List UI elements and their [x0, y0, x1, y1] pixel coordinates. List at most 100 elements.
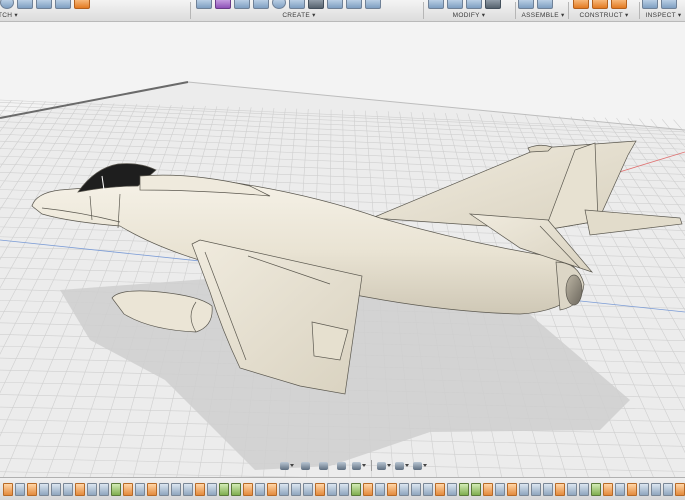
pipe-icon[interactable]	[308, 0, 324, 9]
timeline-feature-sketch-icon[interactable]	[267, 482, 277, 496]
chamfer-icon[interactable]	[466, 0, 482, 9]
assemble-menu-label[interactable]: ASSEMBLE ▾	[518, 11, 568, 19]
assemble-panel[interactable]: ASSEMBLE ▾	[518, 0, 568, 21]
timeline-feature-sketch-icon[interactable]	[27, 482, 37, 496]
timeline-feature-mirror-icon[interactable]	[111, 482, 121, 496]
timeline-feature-loft-icon[interactable]	[135, 482, 145, 496]
timeline-feature-sketch-icon[interactable]	[507, 482, 517, 496]
timeline-feature-fillet-icon[interactable]	[303, 482, 313, 496]
timeline-feature-loft-icon[interactable]	[51, 482, 61, 496]
timeline-feature-chamfer-icon[interactable]	[423, 482, 433, 496]
timeline-feature-extrude-icon[interactable]	[399, 482, 409, 496]
display-settings-button[interactable]	[376, 459, 392, 472]
timeline-feature-loft-icon[interactable]	[291, 482, 301, 496]
timeline-feature-sketch-icon[interactable]	[195, 482, 205, 496]
timeline-feature-revolve-icon[interactable]	[339, 482, 349, 496]
timeline-feature-sketch-icon[interactable]	[627, 482, 637, 496]
joint-icon[interactable]	[518, 0, 534, 9]
pattern-icon[interactable]	[215, 0, 231, 9]
visual-style-button[interactable]	[394, 459, 410, 472]
timeline-feature-sketch-icon[interactable]	[123, 482, 133, 496]
timeline-feature-combine-icon[interactable]	[231, 482, 241, 496]
timeline-feature-revolve-icon[interactable]	[579, 482, 589, 496]
sweep-icon[interactable]	[346, 0, 362, 9]
line-sketch-icon[interactable]	[17, 0, 33, 9]
create-menu-label[interactable]: CREATE ▾	[188, 11, 410, 19]
zoom-button[interactable]	[333, 459, 349, 472]
pan-button[interactable]	[315, 459, 331, 472]
timeline-feature-loft-icon[interactable]	[615, 482, 625, 496]
model-viewport[interactable]	[0, 22, 685, 477]
inspect-panel[interactable]: INSPECT ▾	[642, 0, 685, 21]
revolve-icon[interactable]	[365, 0, 381, 9]
sketch-menu-label[interactable]: SKETCH ▾	[0, 11, 40, 19]
timeline-feature-fillet-icon[interactable]	[411, 482, 421, 496]
timeline-feature-fillet-icon[interactable]	[651, 482, 661, 496]
timeline-feature-loft-icon[interactable]	[207, 482, 217, 496]
look-at-button[interactable]	[297, 459, 313, 472]
timeline-feature-extrude-icon[interactable]	[519, 482, 529, 496]
design-timeline[interactable]	[0, 477, 685, 500]
timeline-feature-chamfer-icon[interactable]	[183, 482, 193, 496]
press-pull-icon[interactable]	[428, 0, 444, 9]
modify-panel[interactable]: MODIFY ▾	[428, 0, 510, 21]
timeline-feature-sketch-icon[interactable]	[555, 482, 565, 496]
orbit-button[interactable]	[279, 459, 295, 472]
timeline-feature-extrude-icon[interactable]	[255, 482, 265, 496]
grid-and-snaps-button[interactable]	[412, 459, 428, 472]
timeline-feature-chamfer-icon[interactable]	[663, 482, 673, 496]
sketch-panel[interactable]: SKETCH ▾	[0, 0, 90, 21]
timeline-feature-revolve-icon[interactable]	[99, 482, 109, 496]
modify-menu-label[interactable]: MODIFY ▾	[428, 11, 510, 19]
timeline-feature-extrude-icon[interactable]	[87, 482, 97, 496]
spline-sketch-icon[interactable]	[55, 0, 71, 9]
timeline-feature-sketch-icon[interactable]	[435, 482, 445, 496]
timeline-feature-extrude-icon[interactable]	[567, 482, 577, 496]
timeline-feature-loft-icon[interactable]	[447, 482, 457, 496]
measure-icon[interactable]	[642, 0, 658, 9]
fit-button[interactable]	[351, 459, 367, 472]
timeline-feature-sketch-icon[interactable]	[387, 482, 397, 496]
timeline-feature-combine-icon[interactable]	[471, 482, 481, 496]
timeline-feature-mirror-icon[interactable]	[351, 482, 361, 496]
timeline-feature-fillet-icon[interactable]	[171, 482, 181, 496]
fillet-icon[interactable]	[447, 0, 463, 9]
torus-icon[interactable]	[289, 0, 305, 9]
timeline-feature-loft-icon[interactable]	[375, 482, 385, 496]
timeline-feature-mirror-icon[interactable]	[219, 482, 229, 496]
construct-menu-label[interactable]: CONSTRUCT ▾	[573, 11, 635, 19]
axis-icon[interactable]	[611, 0, 627, 9]
timeline-feature-extrude-icon[interactable]	[495, 482, 505, 496]
circle-sketch-icon[interactable]	[0, 0, 14, 9]
timeline-feature-fillet-icon[interactable]	[63, 482, 73, 496]
box-icon[interactable]	[196, 0, 212, 9]
timeline-feature-extrude-icon[interactable]	[159, 482, 169, 496]
timeline-feature-sketch-icon[interactable]	[483, 482, 493, 496]
timeline-feature-fillet-icon[interactable]	[543, 482, 553, 496]
timeline-feature-extrude-icon[interactable]	[15, 482, 25, 496]
offset-plane-icon[interactable]	[573, 0, 589, 9]
timeline-feature-sketch-icon[interactable]	[675, 482, 685, 496]
timeline-feature-sketch-icon[interactable]	[3, 482, 13, 496]
plane-at-angle-icon[interactable]	[592, 0, 608, 9]
timeline-feature-extrude-icon[interactable]	[327, 482, 337, 496]
inspect-menu-label[interactable]: INSPECT ▾	[642, 11, 685, 19]
construct-panel[interactable]: CONSTRUCT ▾	[573, 0, 635, 21]
sphere-icon[interactable]	[272, 0, 286, 9]
cylinder-icon[interactable]	[234, 0, 250, 9]
rectangle-sketch-icon[interactable]	[36, 0, 52, 9]
timeline-feature-loft-icon[interactable]	[531, 482, 541, 496]
extrude-icon[interactable]	[253, 0, 269, 9]
timeline-feature-sketch-icon[interactable]	[243, 482, 253, 496]
timeline-feature-sketch-icon[interactable]	[147, 482, 157, 496]
stop-sketch-icon[interactable]	[74, 0, 90, 9]
timeline-feature-mirror-icon[interactable]	[459, 482, 469, 496]
loft-icon[interactable]	[327, 0, 343, 9]
timeline-feature-extrude-icon[interactable]	[279, 482, 289, 496]
timeline-feature-sketch-icon[interactable]	[315, 482, 325, 496]
timeline-feature-sketch-icon[interactable]	[75, 482, 85, 496]
timeline-feature-mirror-icon[interactable]	[591, 482, 601, 496]
timeline-feature-extrude-icon[interactable]	[639, 482, 649, 496]
timeline-feature-sketch-icon[interactable]	[363, 482, 373, 496]
shell-icon[interactable]	[485, 0, 501, 9]
